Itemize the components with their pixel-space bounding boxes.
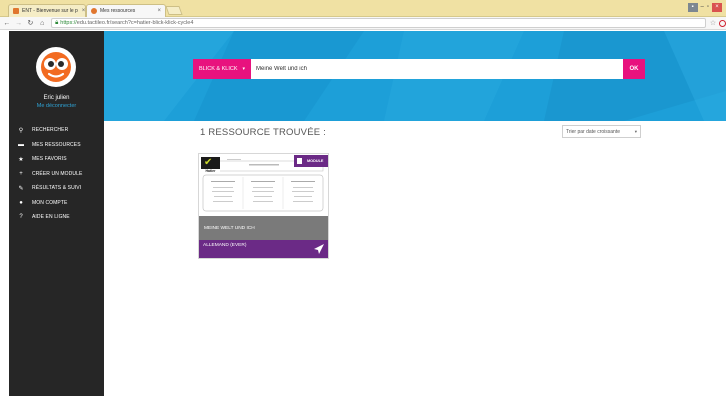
url-scheme: https://	[60, 20, 77, 26]
plus-icon: +	[19, 170, 23, 177]
sidebar-item-label: CRÉER UN MODULE	[32, 170, 83, 177]
sidebar-item-resultats-suivi[interactable]: ✎ RÉSULTATS & SUIVI	[9, 181, 104, 196]
forward-icon[interactable]: →	[14, 20, 24, 27]
ent-favicon-icon	[13, 8, 19, 14]
tactileo-favicon-icon	[91, 8, 97, 14]
publisher-name: Hatier	[201, 169, 220, 174]
owl-logo-icon	[41, 52, 71, 82]
briefcase-icon: ▬	[18, 141, 24, 148]
sort-label: Trier par date croissante	[566, 128, 621, 135]
sidebar-item-aide-en-ligne[interactable]: ? AIDE EN LIGNE	[9, 210, 104, 225]
back-icon[interactable]: ←	[2, 20, 12, 27]
sidebar-item-mes-ressources[interactable]: ▬ MES RESSOURCES	[9, 138, 104, 153]
tactileo-logo[interactable]	[36, 47, 76, 87]
help-icon: ?	[19, 214, 23, 221]
ok-button[interactable]: OK	[623, 59, 645, 79]
sidebar: Eric julien Me déconnecter ⚲ RECHERCHER …	[9, 31, 104, 396]
module-badge-label: MODULE	[307, 159, 324, 163]
new-tab-button[interactable]	[165, 6, 183, 15]
window-controls: ▪ ‒ ▫ ×	[687, 3, 722, 12]
star-icon: ★	[18, 156, 24, 163]
sidebar-item-label: MES FAVORIS	[32, 156, 67, 163]
tab-label: Mes ressources	[100, 8, 136, 14]
lock-icon: 🔒︎	[55, 19, 59, 26]
checkmark-icon: ✔	[204, 157, 213, 168]
sidebar-item-mes-favoris[interactable]: ★ MES FAVORIS	[9, 152, 104, 167]
url-text: edu.tactileo.fr/search?c=hatier-blick-kl…	[76, 20, 194, 26]
sidebar-item-mon-compte[interactable]: ● MON COMPTE	[9, 196, 104, 211]
sidebar-item-creer-un-module[interactable]: + CRÉER UN MODULE	[9, 167, 104, 182]
sidebar-item-rechercher[interactable]: ⚲ RECHERCHER	[9, 123, 104, 138]
user-icon: ●	[19, 199, 23, 206]
resource-card[interactable]: ✔ Hatier MODULE MEINE WELT UND ICH ALLEM…	[198, 153, 329, 259]
sidebar-menu: ⚲ RECHERCHER ▬ MES RESSOURCES ★ MES FAVO…	[9, 123, 104, 225]
sort-select[interactable]: Trier par date croissante ▾	[562, 125, 641, 138]
extension-icon[interactable]	[719, 19, 726, 27]
close-icon[interactable]: ×	[153, 8, 161, 14]
browser-tab-ent[interactable]: ENT - Bienvenue sur le p ×	[8, 4, 86, 17]
close-icon[interactable]: ×	[78, 8, 85, 14]
maximize-button[interactable]: ▫	[707, 3, 709, 12]
address-bar[interactable]: 🔒︎ https:// edu.tactileo.fr/search?c=hat…	[51, 18, 706, 28]
sidebar-item-label: AIDE EN LIGNE	[32, 214, 70, 221]
sidebar-item-label: MON COMPTE	[32, 199, 68, 206]
profile-icon[interactable]: ▪	[687, 3, 698, 12]
publisher-badge: ✔ Hatier	[201, 157, 220, 174]
module-badge: MODULE	[294, 155, 328, 167]
resource-title: MEINE WELT UND ICH	[199, 216, 328, 240]
sidebar-item-label: RECHERCHER	[32, 127, 69, 134]
resource-subject-bar: ALLEMAND (EVER)	[199, 240, 328, 258]
reload-icon[interactable]: ↻	[26, 19, 36, 27]
chevron-down-icon: ▾	[242, 66, 246, 72]
browser-toolbar: ← → ↻ ⌂ 🔒︎ https:// edu.tactileo.fr/sear…	[0, 17, 726, 30]
result-count-heading: 1 RESSOURCE TROUVÉE :	[200, 127, 326, 138]
chevron-down-icon: ▾	[634, 128, 637, 134]
category-select[interactable]: BLICK & KLICK ▾	[193, 59, 251, 79]
chart-icon: ✎	[18, 185, 24, 192]
search-input[interactable]	[251, 59, 623, 79]
document-icon	[297, 158, 302, 164]
resource-thumbnail: ✔ Hatier MODULE	[199, 154, 328, 216]
minimize-button[interactable]: ‒	[701, 3, 704, 12]
sidebar-item-label: RÉSULTATS & SUIVI	[32, 185, 82, 192]
browser-tab-mes-ressources[interactable]: Mes ressources ×	[86, 4, 166, 17]
send-icon[interactable]	[313, 243, 325, 255]
search-icon: ⚲	[18, 127, 24, 134]
category-label: BLICK & KLICK	[199, 66, 238, 72]
sidebar-item-label: MES RESSOURCES	[32, 141, 81, 148]
resource-subject: ALLEMAND (EVER)	[203, 243, 247, 248]
search-bar: BLICK & KLICK ▾ OK	[193, 59, 645, 79]
close-window-button[interactable]: ×	[712, 3, 722, 12]
home-icon[interactable]: ⌂	[37, 20, 47, 27]
user-name: Eric julien	[43, 95, 70, 101]
search-header: BLICK & KLICK ▾ OK	[104, 31, 726, 121]
tab-label: ENT - Bienvenue sur le p	[22, 8, 78, 14]
logout-link[interactable]: Me déconnecter	[9, 103, 104, 109]
bookmark-star-icon[interactable]: ☆	[710, 19, 716, 27]
browser-tab-strip: ENT - Bienvenue sur le p × Mes ressource…	[0, 0, 726, 17]
